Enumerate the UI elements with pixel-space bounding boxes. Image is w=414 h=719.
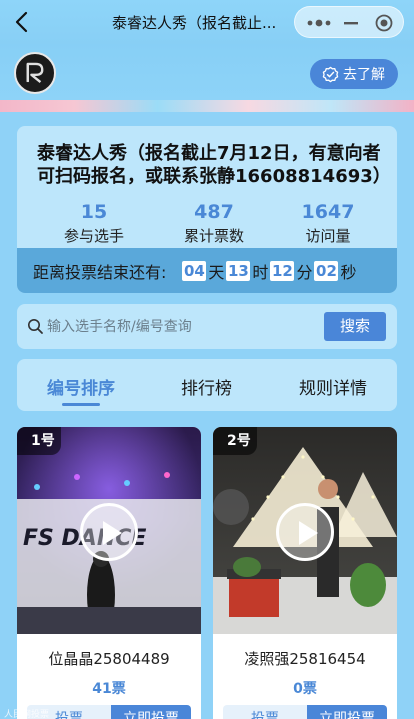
countdown-days: 04 [182, 260, 207, 281]
more-icon[interactable] [305, 16, 333, 30]
hero-decor-strip [0, 100, 414, 112]
tab-ranking[interactable]: 排行榜 [181, 374, 232, 399]
stat-value: 487 [194, 201, 234, 223]
search-button[interactable]: 搜索 [324, 312, 386, 341]
search-input[interactable] [47, 314, 307, 339]
contestant-name: 凌照强25816454 [244, 650, 366, 668]
countdown-seconds: 02 [314, 260, 339, 281]
countdown-hours-unit: 时 [252, 262, 269, 282]
stat-label: 访问量 [305, 227, 351, 245]
miniprogram-capsule [294, 6, 404, 38]
minimize-icon[interactable] [335, 16, 363, 30]
play-icon[interactable] [80, 503, 138, 561]
tab-rules[interactable]: 规则详情 [299, 374, 367, 399]
tab-by-number[interactable]: 编号排序 [47, 374, 115, 399]
search-icon [28, 319, 43, 334]
search-bar: 搜索 [17, 304, 397, 349]
stat-total-votes: 487 累计票数 [159, 201, 269, 246]
play-icon[interactable] [276, 503, 334, 561]
contestant-number-badge: 1号 [17, 427, 61, 455]
stat-contestants: 15 参与选手 [39, 201, 149, 246]
event-title: 泰睿达人秀（报名截止7月12日，有意向者可扫码报名，或联系张静166088146… [37, 143, 391, 187]
countdown-seconds-unit: 秒 [340, 262, 357, 282]
contestant-votes: 41票 [92, 681, 126, 697]
countdown-minutes: 12 [270, 260, 295, 281]
vote-button[interactable]: 投票 [223, 705, 307, 719]
learn-more-label: 去了解 [343, 67, 385, 83]
brand-logo [14, 52, 56, 94]
tab-bar: 编号排序 排行榜 规则详情 [17, 359, 397, 411]
contestant-card[interactable]: 2号 凌照强25816454 0票 投票 立即投票 [213, 427, 397, 719]
vote-now-button[interactable]: 立即投票 [111, 705, 191, 719]
contestant-card[interactable]: FS DANCE 1号 位晶晶25804489 41票 投票 立即投票 [17, 427, 201, 719]
vote-countdown: 距离投票结束还有: 04 天 13 时 12 分 02 秒 [17, 248, 397, 293]
learn-more-button[interactable]: 去了解 [310, 59, 398, 89]
close-miniprogram-icon[interactable] [375, 14, 393, 32]
stat-label: 累计票数 [183, 227, 244, 245]
countdown-label: 距离投票结束还有: [33, 262, 167, 282]
vote-now-button[interactable]: 立即投票 [307, 705, 387, 719]
active-tab-indicator [62, 403, 100, 406]
watermark: 人民网投票 [4, 710, 50, 719]
stat-visits: 1647 访问量 [273, 201, 383, 246]
countdown-days-unit: 天 [208, 262, 225, 282]
stat-value: 15 [80, 201, 108, 223]
navbar: 泰睿达人秀（报名截止... [0, 0, 414, 44]
countdown-hours: 13 [226, 260, 251, 281]
settings-check-icon [322, 66, 339, 82]
contestant-votes: 0票 [293, 681, 317, 697]
stat-label: 参与选手 [63, 227, 124, 245]
event-info-card: 泰睿达人秀（报名截止7月12日，有意向者可扫码报名，或联系张静166088146… [17, 126, 397, 293]
stat-value: 1647 [301, 201, 355, 223]
contestant-name: 位晶晶25804489 [48, 650, 170, 668]
contestant-number-badge: 2号 [213, 427, 257, 455]
back-arrow-icon[interactable] [10, 9, 36, 35]
countdown-minutes-unit: 分 [296, 262, 313, 282]
page-title: 泰睿达人秀（报名截止... [112, 14, 277, 32]
